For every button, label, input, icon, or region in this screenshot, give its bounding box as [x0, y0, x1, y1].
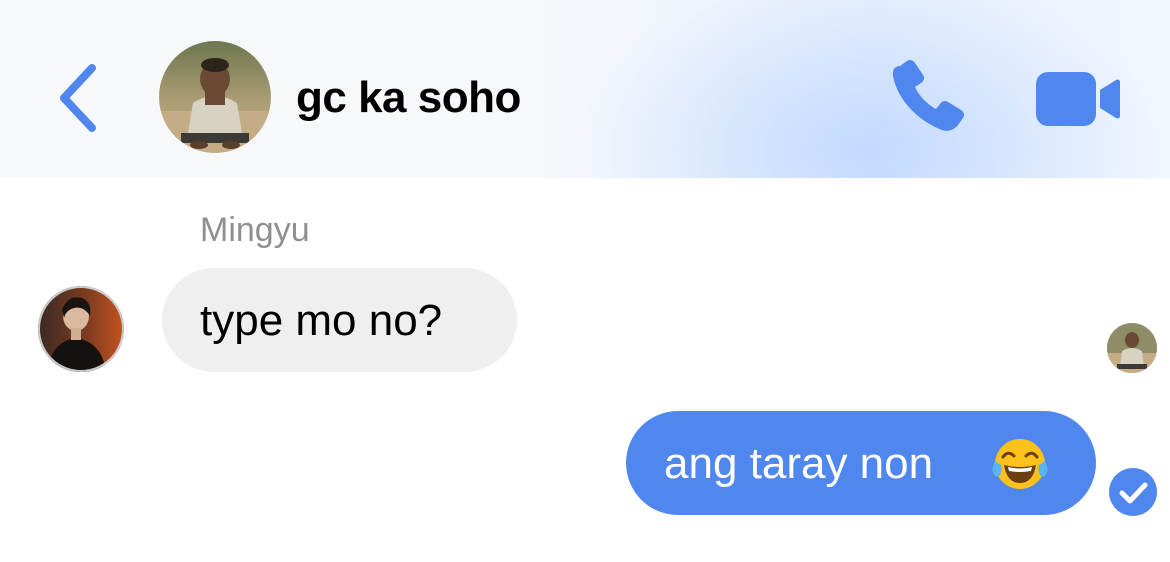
seen-by-avatar	[1107, 323, 1157, 373]
face-with-tears-of-joy-icon	[991, 435, 1049, 493]
chat-title[interactable]: gc ka soho	[296, 70, 521, 126]
back-button[interactable]	[50, 58, 110, 138]
seen-by-photo-image	[1107, 323, 1157, 373]
outgoing-message-text: ang taray non	[664, 439, 934, 488]
sender-avatar[interactable]	[38, 286, 124, 372]
sender-name: Mingyu	[200, 211, 310, 249]
sent-checkmark-icon	[1108, 467, 1158, 517]
sender-photo-image	[38, 286, 124, 372]
group-photo-image	[159, 41, 271, 153]
incoming-message-bubble[interactable]: type mo no?	[162, 268, 517, 372]
group-avatar[interactable]	[159, 41, 271, 153]
chat-header: gc ka soho	[0, 0, 1170, 178]
chevron-left-icon	[60, 64, 96, 132]
video-call-button[interactable]	[1032, 68, 1124, 130]
outgoing-message-bubble[interactable]: ang taray non	[626, 411, 1096, 515]
phone-icon	[892, 59, 965, 131]
video-camera-icon	[1036, 72, 1120, 126]
chat-screen: gc ka soho Mingyu type mo no? ang taray …	[0, 0, 1170, 562]
incoming-message-text: type mo no?	[200, 296, 443, 345]
voice-call-button[interactable]	[886, 58, 972, 138]
